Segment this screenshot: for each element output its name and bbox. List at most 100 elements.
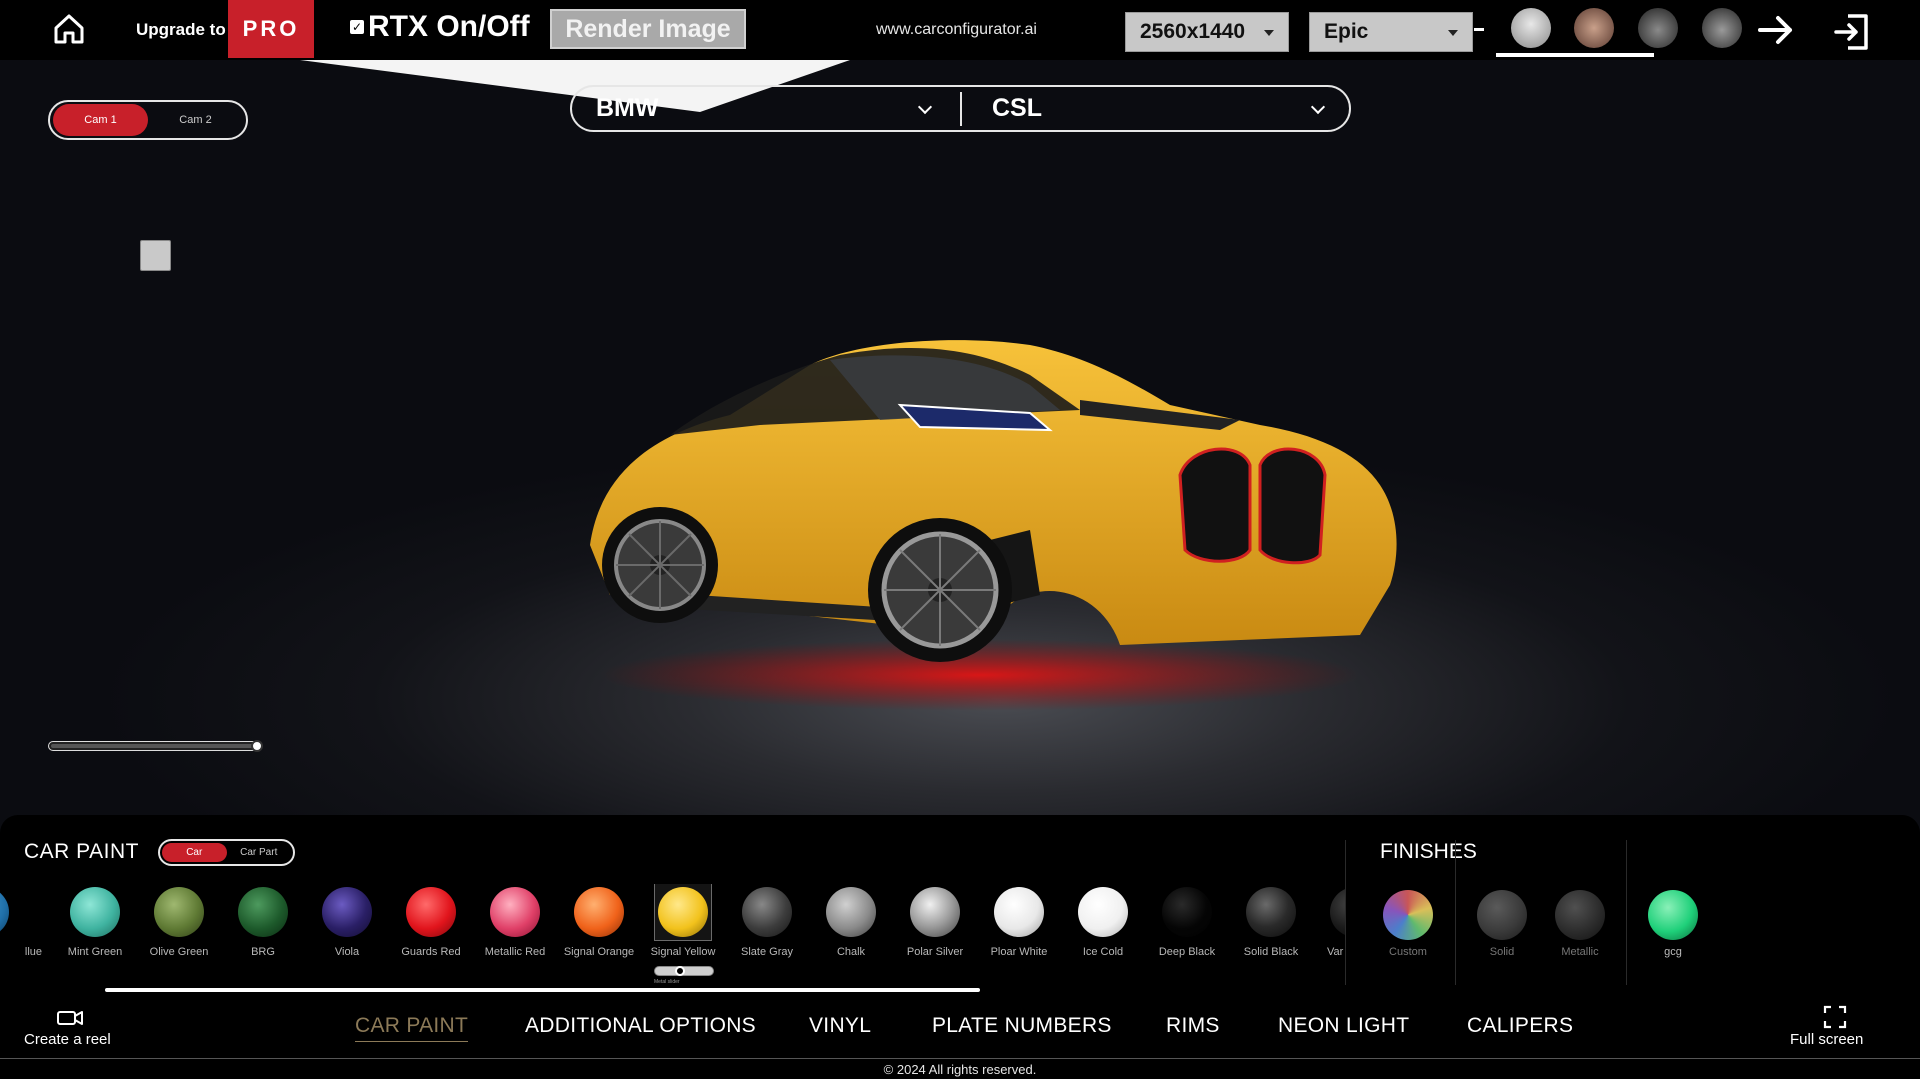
tab-calipers[interactable]: CALIPERS	[1467, 1014, 1573, 1038]
color-orb	[1648, 890, 1698, 940]
swatch-mint-green[interactable]: Mint Green	[53, 884, 137, 994]
swatch-label: Var	[1327, 946, 1344, 958]
environment-thumb-2[interactable]	[1564, 4, 1624, 52]
tab-additional-options[interactable]: ADDITIONAL OPTIONS	[525, 1014, 756, 1038]
environment-thumb-1[interactable]	[1501, 4, 1561, 52]
environment-thumb-4[interactable]	[1692, 4, 1752, 52]
color-preview-square[interactable]	[140, 240, 171, 271]
cam-1-option[interactable]: Cam 1	[53, 104, 148, 136]
car-part-option[interactable]: Car Part	[227, 843, 292, 862]
make-select[interactable]: BMW	[572, 91, 962, 126]
swatch-chalk[interactable]: Chalk	[809, 884, 893, 994]
rtx-checkbox[interactable]: ✓	[350, 20, 364, 34]
swatch-label: BRG	[251, 946, 275, 958]
pro-button[interactable]: PRO	[228, 0, 314, 58]
finish-solid[interactable]: Solid	[1462, 884, 1542, 984]
tab-plate-numbers[interactable]: PLATE NUMBERS	[932, 1014, 1112, 1038]
swatch-var[interactable]: Var	[1313, 884, 1345, 994]
resolution-select[interactable]: 2560x1440	[1125, 12, 1289, 52]
swatch-signal-yellow[interactable]: Signal Yellow	[641, 884, 725, 994]
color-orb	[322, 887, 372, 937]
swatch-slate-gray[interactable]: Slate Gray	[725, 884, 809, 994]
camera-zoom-slider[interactable]	[48, 740, 263, 752]
metal-slider[interactable]	[654, 966, 714, 976]
model-select[interactable]: CSL	[962, 87, 1347, 130]
configurator-app: Upgrade to PRO ✓ RTX On/Off Render Image…	[0, 0, 1920, 1079]
color-orb	[1555, 890, 1605, 940]
color-orb	[658, 887, 708, 937]
swatch-ice-cold[interactable]: Ice Cold	[1061, 884, 1145, 994]
copyright-text: © 2024 All rights reserved.	[883, 1062, 1037, 1077]
tab-rims[interactable]: RIMS	[1166, 1014, 1220, 1038]
finish-label: Solid	[1489, 946, 1515, 958]
swatch-cell	[823, 884, 879, 940]
swatch-label: Ploar White	[990, 946, 1048, 958]
exit-icon[interactable]	[1832, 12, 1872, 52]
environment-thumb-3[interactable]	[1628, 4, 1688, 52]
tab-neon-light[interactable]: NEON LIGHT	[1278, 1014, 1409, 1038]
color-orb	[742, 887, 792, 937]
swatch-cell	[991, 884, 1047, 940]
swatch-viola[interactable]: Viola	[305, 884, 389, 994]
swatch-blue[interactable]: llue	[0, 884, 42, 994]
swatch-cell	[403, 884, 459, 940]
finish-label: Metallic	[1561, 946, 1599, 958]
chevron-down-icon	[1448, 30, 1458, 36]
swatch-cell	[235, 884, 291, 940]
thumb-image	[1511, 8, 1551, 48]
arrow-right-icon[interactable]	[1756, 12, 1796, 48]
rtx-toggle[interactable]: ✓ RTX On/Off	[350, 10, 530, 44]
top-bar: Upgrade to PRO ✓ RTX On/Off Render Image…	[0, 0, 1920, 60]
swatch-brg[interactable]: BRG	[221, 884, 305, 994]
thumb-image	[1638, 8, 1678, 48]
render-image-button[interactable]: Render Image	[550, 9, 746, 49]
color-orb	[1162, 887, 1212, 937]
swatch-cell	[151, 884, 207, 940]
footer-divider	[0, 1058, 1920, 1059]
tab-vinyl[interactable]: VINYL	[809, 1014, 871, 1038]
swatch-polar-silver[interactable]: Polar Silver	[893, 884, 977, 994]
chevron-down-icon	[917, 99, 933, 114]
swatch-olive-green[interactable]: Olive Green	[137, 884, 221, 994]
category-tabs: CAR PAINT ADDITIONAL OPTIONS VINYL PLATE…	[0, 1008, 1920, 1048]
car-render[interactable]	[560, 315, 1540, 735]
thumb-image	[1702, 8, 1742, 48]
resolution-value: 2560x1440	[1140, 20, 1246, 43]
finishes-title: FINISHES	[1380, 840, 1477, 863]
paint-scrollbar[interactable]	[105, 988, 980, 992]
home-icon[interactable]	[52, 12, 86, 46]
cam-2-option[interactable]: Cam 2	[148, 104, 243, 136]
swatch-cell	[1075, 884, 1131, 940]
swatch-cell	[319, 884, 375, 940]
tab-car-paint[interactable]: CAR PAINT	[355, 1014, 469, 1042]
make-model-selector: BMW CSL	[570, 85, 1351, 132]
quality-select[interactable]: Epic	[1309, 12, 1473, 52]
metal-slider-knob[interactable]	[675, 966, 685, 976]
finish-metallic[interactable]: Metallic	[1540, 884, 1620, 984]
swatch-cell	[487, 884, 543, 940]
swatch-cell	[1327, 884, 1345, 940]
swatch-guards-red[interactable]: Guards Red	[389, 884, 473, 994]
chevron-down-icon	[1310, 99, 1326, 114]
car-option[interactable]: Car	[162, 843, 227, 862]
color-orb	[826, 887, 876, 937]
rtx-label: RTX On/Off	[368, 10, 530, 43]
finish-custom[interactable]: Custom	[1368, 884, 1448, 984]
make-value: BMW	[596, 94, 659, 122]
swatch-solid-black[interactable]: Solid Black	[1229, 884, 1313, 994]
car-paint-title: CAR PAINT	[24, 840, 139, 863]
camera-toggle: Cam 1 Cam 2	[48, 100, 248, 140]
swatch-cell	[67, 884, 123, 940]
swatch-cell	[907, 884, 963, 940]
fullscreen-button[interactable]: Full screen	[1790, 1005, 1880, 1053]
swatch-deep-black[interactable]: Deep Black	[1145, 884, 1229, 994]
dash-divider	[1474, 28, 1484, 31]
color-orb	[154, 887, 204, 937]
swatch-metallic-red[interactable]: Metallic Red	[473, 884, 557, 994]
finish-gcg[interactable]: gcg	[1633, 884, 1713, 984]
swatch-cell	[1243, 884, 1299, 940]
swatch-signal-orange[interactable]: Signal Orange	[557, 884, 641, 994]
swatch-ploar-white[interactable]: Ploar White	[977, 884, 1061, 994]
slider-knob[interactable]	[251, 740, 263, 752]
swatch-label: Viola	[334, 946, 360, 958]
